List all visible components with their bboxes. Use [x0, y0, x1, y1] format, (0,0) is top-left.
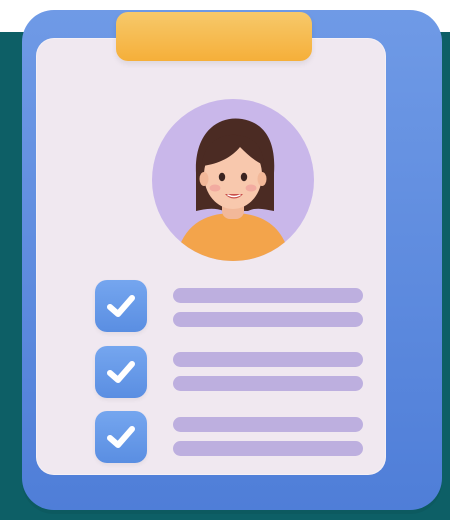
checkmark-icon — [107, 361, 135, 383]
checkmark-icon — [107, 295, 135, 317]
text-line-1b — [173, 312, 363, 327]
clipboard-clip — [116, 12, 312, 61]
checkmark-icon — [107, 426, 135, 448]
text-line-1a — [173, 288, 363, 303]
text-line-2a — [173, 352, 363, 367]
checkbox-1 — [95, 280, 147, 332]
person-icon — [176, 118, 290, 261]
checkbox-3 — [95, 411, 147, 463]
text-line-3b — [173, 441, 363, 456]
text-line-3a — [173, 417, 363, 432]
profile-avatar — [152, 99, 314, 261]
checkbox-2 — [95, 346, 147, 398]
text-line-2b — [173, 376, 363, 391]
